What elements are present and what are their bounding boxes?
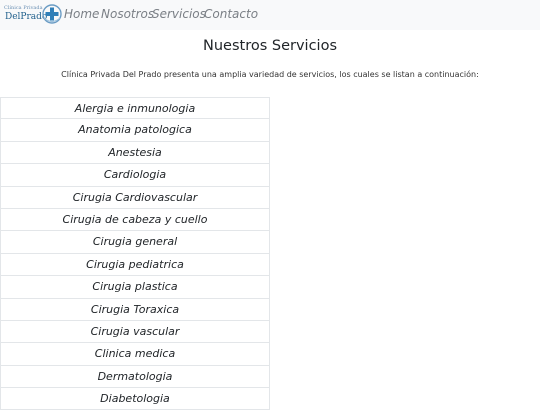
cross-logo-icon: [42, 4, 62, 24]
service-item-diabetologia[interactable]: Diabetologia: [0, 388, 270, 410]
service-item-cirugia-toraxica[interactable]: Cirugia Toraxica: [0, 298, 270, 321]
service-item-cirugia-plastica[interactable]: Cirugia plastica: [0, 276, 270, 299]
service-item-cirugia-general[interactable]: Cirugia general: [0, 231, 270, 254]
service-item-anatomia[interactable]: Anatomia patologica: [0, 119, 270, 142]
service-item-cardiologia[interactable]: Cardiologia: [0, 164, 270, 187]
service-item-cirugia-pediatrica[interactable]: Cirugia pediatrica: [0, 253, 270, 277]
services-list: Alergia e inmunologia Anatomia patologic…: [0, 97, 270, 410]
service-item-alergia[interactable]: Alergia e inmunologia: [0, 97, 270, 120]
service-item-cirugia-cabeza-cuello[interactable]: Cirugia de cabeza y cuello: [0, 208, 270, 232]
service-item-dermatologia[interactable]: Dermatologia: [0, 365, 270, 389]
brand-logo[interactable]: Clínica Privada DelPrado: [4, 2, 62, 28]
nav-home-link[interactable]: Home: [64, 7, 99, 21]
page-title: Nuestros Servicios: [203, 38, 337, 54]
service-item-cirugia-vascular[interactable]: Cirugia vascular: [0, 320, 270, 344]
service-item-cirugia-cardiovascular[interactable]: Cirugia Cardiovascular: [0, 186, 270, 209]
nav-about-link[interactable]: Nosotros: [101, 7, 154, 21]
brand-tagline: Clínica Privada: [4, 5, 43, 11]
nav-services-link[interactable]: Servicios: [152, 7, 206, 21]
nav-contact-link[interactable]: Contacto: [204, 7, 258, 21]
intro-text: Clínica Privada Del Prado presenta una a…: [61, 70, 479, 79]
top-navbar: Clínica Privada DelPrado Home Nosotros S…: [0, 0, 540, 30]
service-item-clinica-medica[interactable]: Clinica medica: [0, 343, 270, 366]
service-item-anestesia[interactable]: Anestesia: [0, 141, 270, 165]
